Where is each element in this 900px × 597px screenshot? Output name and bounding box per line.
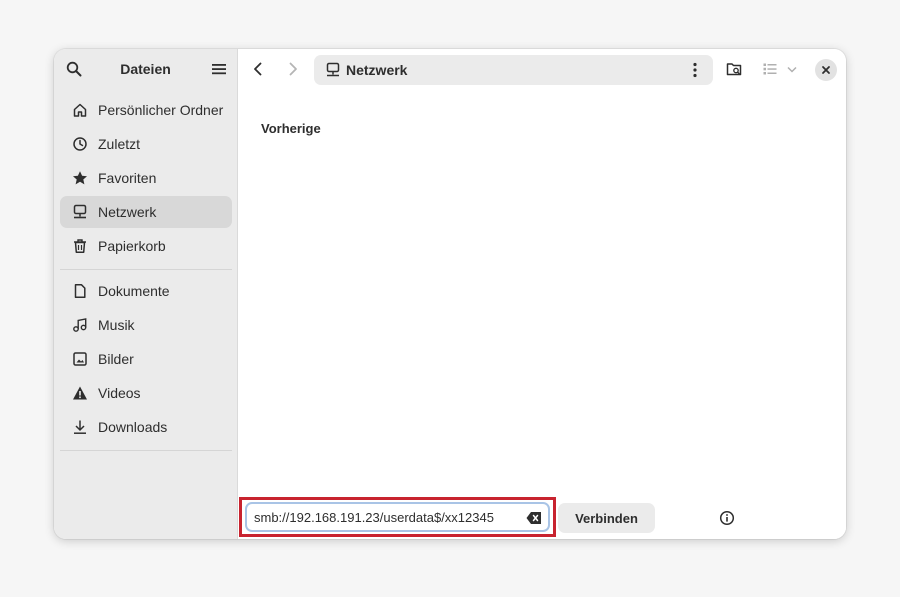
folder-search-icon[interactable] bbox=[726, 61, 742, 77]
sidebar-item-pictures[interactable]: Bilder bbox=[60, 343, 232, 375]
forward-arrow-icon[interactable] bbox=[285, 61, 301, 77]
sidebar-item-label: Dokumente bbox=[98, 283, 170, 299]
sidebar-item-network[interactable]: Netzwerk bbox=[60, 196, 232, 228]
sidebar-item-recent[interactable]: Zuletzt bbox=[60, 128, 232, 160]
sidebar-item-label: Videos bbox=[98, 385, 141, 401]
connect-button[interactable]: Verbinden bbox=[558, 503, 655, 533]
app-title: Dateien bbox=[120, 61, 171, 77]
server-address-input[interactable] bbox=[254, 509, 514, 525]
sidebar-item-label: Papierkorb bbox=[98, 238, 166, 254]
header-toolbar: Netzwerk bbox=[238, 49, 846, 89]
back-arrow-icon[interactable] bbox=[250, 61, 266, 77]
image-icon bbox=[72, 351, 88, 367]
sidebar-divider bbox=[60, 450, 232, 451]
sidebar-header: Dateien bbox=[54, 49, 237, 89]
download-icon bbox=[72, 419, 88, 435]
close-button[interactable] bbox=[815, 59, 837, 81]
network-icon bbox=[72, 204, 88, 220]
document-icon bbox=[72, 283, 88, 299]
clock-icon bbox=[72, 136, 88, 152]
sidebar-item-home[interactable]: Persönlicher Ordner bbox=[60, 94, 232, 126]
sidebar-divider bbox=[60, 269, 232, 270]
main-pane: Netzwerk Vorherige smb://192.168.191.23/… bbox=[238, 49, 846, 539]
info-icon[interactable] bbox=[719, 510, 735, 526]
sidebar-item-music[interactable]: Musik bbox=[60, 309, 232, 341]
sidebar-item-label: Bilder bbox=[98, 351, 134, 367]
sidebar-item-label: Persönlicher Ordner bbox=[98, 102, 224, 118]
hamburger-menu-icon[interactable] bbox=[211, 61, 227, 77]
list-view-icon[interactable] bbox=[762, 61, 778, 77]
sidebar: Dateien Persönlicher Ordner Zuletzt Favo… bbox=[54, 49, 238, 539]
network-icon bbox=[325, 62, 341, 78]
clear-text-icon[interactable] bbox=[526, 511, 542, 525]
sidebar-item-downloads[interactable]: Downloads bbox=[60, 411, 232, 443]
video-icon bbox=[72, 385, 88, 401]
section-title-previous: Vorherige bbox=[261, 121, 321, 136]
sidebar-item-documents[interactable]: Dokumente bbox=[60, 275, 232, 307]
connect-to-server-bar: Verbinden bbox=[238, 497, 846, 539]
sidebar-item-favorites[interactable]: Favoriten bbox=[60, 162, 232, 194]
server-address-entry[interactable] bbox=[245, 502, 550, 532]
music-icon bbox=[72, 317, 88, 333]
path-bar[interactable]: Netzwerk bbox=[314, 55, 713, 85]
sidebar-item-trash[interactable]: Papierkorb bbox=[60, 230, 232, 262]
path-label: Netzwerk bbox=[346, 62, 408, 78]
trash-icon bbox=[72, 238, 88, 254]
kebab-menu-icon[interactable] bbox=[687, 62, 703, 78]
sidebar-item-label: Netzwerk bbox=[98, 204, 157, 220]
chevron-down-icon[interactable] bbox=[786, 61, 798, 77]
sidebar-item-videos[interactable]: Videos bbox=[60, 377, 232, 409]
sidebar-item-label: Favoriten bbox=[98, 170, 157, 186]
star-icon bbox=[72, 170, 88, 186]
home-icon bbox=[72, 102, 88, 118]
file-manager-window: Dateien Persönlicher Ordner Zuletzt Favo… bbox=[54, 49, 846, 539]
sidebar-item-label: Zuletzt bbox=[98, 136, 141, 152]
sidebar-item-label: Downloads bbox=[98, 419, 168, 435]
sidebar-item-label: Musik bbox=[98, 317, 135, 333]
close-icon bbox=[821, 65, 831, 75]
